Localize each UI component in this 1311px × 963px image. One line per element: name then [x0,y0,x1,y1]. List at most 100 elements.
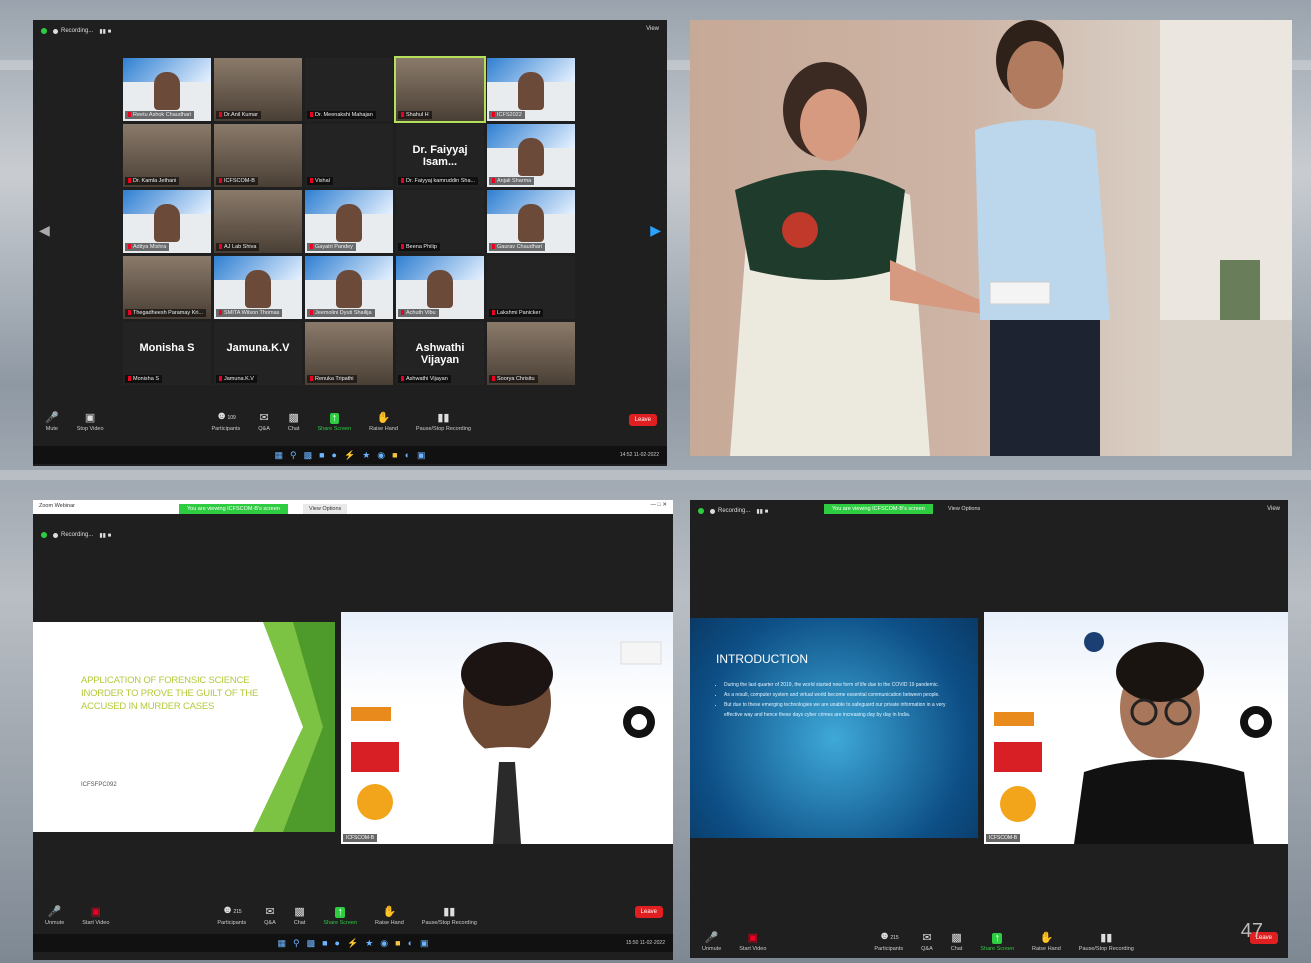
view-button[interactable]: View [646,26,659,32]
participant-tile[interactable]: Shahul H [394,56,486,123]
share-screen-button[interactable]: ↑ Share Screen [980,933,1014,953]
unmute-button[interactable]: 🎤 Unmute [45,907,65,927]
participant-tile[interactable]: Dr. Kamla Jethani [123,124,211,187]
app-icon[interactable]: ★ [365,938,373,949]
participant-tile[interactable]: Soorya Chrisitu [487,322,575,385]
chrome-icon[interactable]: ◉ [377,450,385,461]
participant-name-label: Monisha S [125,375,162,383]
start-video-button[interactable]: ▣ Start Video [739,933,766,953]
qa-button[interactable]: ✉ Q&A [921,932,933,953]
stop-video-button[interactable]: ▣ Stop Video [77,412,104,433]
windows-start-icon[interactable]: ▦ [274,450,283,461]
chat-button[interactable]: ▩ Chat [288,413,300,433]
view-options-button[interactable]: View Options [942,504,986,514]
qa-button[interactable]: ✉ Q&A [258,413,270,433]
handshake-photo [690,20,1292,456]
participants-button[interactable]: ☻215 Participants [217,904,246,927]
mute-button[interactable]: 🎤 Mute [45,413,59,433]
edge-icon[interactable]: ◐ [405,450,410,460]
recording-indicator[interactable]: Recording... [53,28,93,34]
window-controls[interactable]: — □ ✕ [651,502,668,508]
folder-icon[interactable]: ■ [392,450,397,460]
pause-recording-button[interactable]: ▮▮ Pause/Stop Recording [422,907,477,927]
participant-tile[interactable]: Jeemolini Dyuti Shailija [305,256,393,319]
start-video-button[interactable]: ▣ Start Video [82,907,109,927]
app-icon[interactable]: ■ [322,938,327,948]
prev-page-arrow-icon[interactable]: ◀ [39,222,50,239]
app-icon[interactable]: ⚡ [344,450,355,461]
chat-button[interactable]: ▩ Chat [294,907,306,927]
view-button[interactable]: View [1267,506,1280,512]
raise-hand-label: Raise Hand [369,426,398,432]
windows-start-icon[interactable]: ▦ [277,938,286,949]
participant-tile[interactable]: Renuka Tripathi [305,322,393,385]
app-icon[interactable]: ■ [319,450,324,460]
chrome-icon[interactable]: ◉ [380,938,388,949]
leave-button[interactable]: Leave [634,906,663,918]
participant-tile[interactable]: Jamuna.K.V Jamuna.K.V [214,322,302,385]
participant-tile[interactable]: Achuth Vibu [396,256,484,319]
next-page-arrow-icon[interactable]: ▶ [650,222,661,239]
share-screen-button[interactable]: ↑ Share Screen [318,413,352,433]
raise-hand-button[interactable]: ✋ Raise Hand [1032,933,1061,953]
leave-button[interactable]: Leave [628,414,657,426]
recording-indicator[interactable]: Recording... [710,508,750,514]
participant-tile[interactable]: Dr. Meenakshi Mahajan [305,58,393,121]
participant-tile[interactable]: Ashwathi Vijayan Ashwathi Vijayan [396,322,484,385]
participant-name-label: ICFSCOM-B [216,177,258,185]
participant-tile[interactable]: Reetu Ashok Chaudhari [123,58,211,121]
edge-icon[interactable]: ◐ [408,938,413,948]
qa-button[interactable]: ✉ Q&A [264,907,276,927]
task-view-icon[interactable]: ▩ [304,450,313,461]
video-camera-icon: ▣ [84,412,96,424]
search-icon[interactable]: ⚲ [293,938,300,949]
chat-button[interactable]: ▩ Chat [951,933,963,953]
participant-tile[interactable]: Gaurav Chaudhari [487,190,575,253]
app-icon[interactable]: ⚡ [347,938,358,949]
zoom-app-icon[interactable]: ▣ [417,450,426,461]
participants-icon: ☻215 [221,904,242,916]
participant-tile[interactable]: ICFS2022 [487,58,575,121]
participant-tile[interactable]: Gayatri Pandey [305,190,393,253]
participant-tile[interactable]: Beena Philip [396,190,484,253]
participant-tile[interactable]: Aditya Mishra [123,190,211,253]
pause-icon[interactable]: ▮▮ ■ [756,508,768,515]
participant-tile[interactable]: Vishal [305,124,393,187]
participant-tile[interactable]: Lakshmi Panicker [487,256,575,319]
participant-video [336,269,362,308]
participant-tile[interactable]: Thegadheesh Paramay Kri... [123,256,211,319]
participants-button[interactable]: ☻215 Participants [874,931,903,953]
search-icon[interactable]: ⚲ [290,450,297,461]
slide-heading: INTRODUCTION [716,652,808,666]
pause-icon[interactable]: ▮▮ ■ [99,532,111,539]
participants-count: 109 [227,415,236,421]
participant-tile[interactable]: Anjali Sharma [487,124,575,187]
pause-recording-button[interactable]: ▮▮ Pause/Stop Recording [416,413,471,433]
raise-hand-button[interactable]: ✋ Raise Hand [369,413,398,433]
app-icon[interactable]: ★ [362,450,370,461]
meeting-toolbar: 🎤 Unmute ▣ Start Video ☻215 Participants ✉ Q… [690,920,1288,953]
folder-icon[interactable]: ■ [395,938,400,948]
app-icon[interactable]: ● [335,938,340,948]
app-icon[interactable]: ● [332,450,337,460]
zoom-app-icon[interactable]: ▣ [420,938,429,949]
participant-tile[interactable]: AJ Lab Shiva [214,190,302,253]
recording-indicator[interactable]: Recording... [53,532,93,538]
participant-tile[interactable]: Dr.Anil Kumar [214,58,302,121]
participant-tile[interactable]: Dr. Faiyyaj Isam... Dr. Faiyyaj kamruddin… [396,124,484,187]
pause-icon[interactable]: ▮▮ ■ [99,28,111,35]
share-screen-button[interactable]: ↑ Share Screen [323,907,357,927]
pause-recording-button[interactable]: ▮▮ Pause/Stop Recording [1079,933,1134,953]
participant-tile[interactable]: SMITA Wilson Thomas [214,256,302,319]
qa-icon: ✉ [922,932,932,944]
participant-tile[interactable]: Monisha S Monisha S [123,322,211,385]
participant-tile[interactable]: ICFSCOM-B [214,124,302,187]
security-shield-icon [41,28,47,34]
view-options-button[interactable]: View Options [303,504,348,514]
unmute-label: Unmute [45,920,65,926]
zoom-topbar: Recording... ▮▮ ■ [33,20,667,42]
raise-hand-button[interactable]: ✋ Raise Hand [375,907,404,927]
unmute-button[interactable]: 🎤 Unmute [702,933,721,953]
task-view-icon[interactable]: ▩ [307,938,316,949]
participants-button[interactable]: ☻109 Participants [212,411,241,433]
